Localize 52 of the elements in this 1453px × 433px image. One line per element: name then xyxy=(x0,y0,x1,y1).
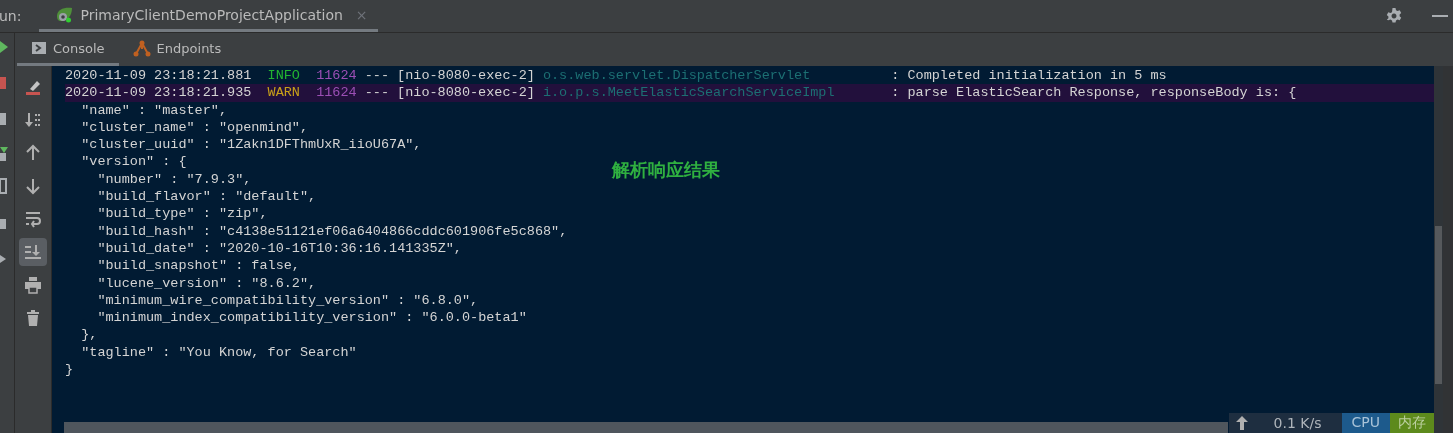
log-level: INFO xyxy=(267,67,301,85)
arrow-down-icon xyxy=(24,177,42,195)
log-message: : parse ElasticSearch Response, responseBody is: { xyxy=(891,84,1297,102)
log-separator: --- xyxy=(364,84,391,102)
output-line: "build_type" : "zip", xyxy=(96,205,268,223)
horizontal-scrollbar[interactable] xyxy=(64,422,1228,433)
upload-arrow-icon xyxy=(1235,416,1248,430)
log-pid: 11624 xyxy=(316,84,358,102)
output-line: "version" : { xyxy=(80,153,187,171)
run-tab[interactable]: PrimaryClientDemoProjectApplication × xyxy=(39,0,378,32)
panel-tab[interactable]: Endpoints xyxy=(118,33,236,66)
print-icon xyxy=(24,276,42,294)
endpoints-icon xyxy=(132,39,151,57)
log-timestamp: 2020-11-09 23:18:21.935 xyxy=(65,84,253,102)
log-pid: 11624 xyxy=(316,67,358,85)
output-line: "number" : "7.9.3", xyxy=(96,170,252,189)
log-logger: i.o.p.s.MeetElasticSearchServiceImpl xyxy=(542,84,836,102)
output-line: "build_hash" : "c4138e51121ef06a6404866cddc601906fe5c868", xyxy=(96,222,568,240)
vertical-scrollbar[interactable] xyxy=(1435,226,1442,384)
output-line: "tagline" : "You Know, for Search" xyxy=(80,343,357,362)
arrow-up-icon xyxy=(24,144,42,162)
log-message: : Completed initialization in 5 ms xyxy=(891,67,1167,85)
output-line: "cluster_uuid" : "1Zakn1DFThmUxR_iioU67A", xyxy=(80,136,422,154)
output-line: } xyxy=(65,361,74,379)
output-line: "minimum_wire_compatibility_version" : "6.8.0", xyxy=(96,291,479,310)
log-timestamp: 2020-11-09 23:18:21.881 xyxy=(65,67,253,85)
output-line: "name" : "master", xyxy=(80,101,228,119)
scroll-to-end-icon xyxy=(24,243,42,261)
output-line: "cluster_name" : "openmind", xyxy=(80,118,309,137)
output-line: "minimum_index_compatibility_version" : "6.0.0-beta1" xyxy=(96,309,527,327)
output-line: "build_snapshot" : false, xyxy=(96,257,300,275)
memory-indicator: 内存 xyxy=(1390,413,1434,433)
settings-icon[interactable] xyxy=(1385,7,1403,25)
log-thread: [nio-8080-exec-2] xyxy=(397,67,536,85)
output-line: "build_flavor" : "default", xyxy=(96,188,317,206)
output-line: }, xyxy=(80,326,98,344)
log-level: WARN xyxy=(267,84,301,102)
output-line: "build_date" : "2020-10-16T10:36:16.141335Z", xyxy=(96,239,462,258)
output-line: "lucene_version" : "8.6.2", xyxy=(96,274,317,292)
run-label: un: xyxy=(0,8,22,24)
network-speed: 0.1 K/s xyxy=(1228,413,1342,433)
soft-wrap-icon xyxy=(24,210,42,228)
sort-down-icon xyxy=(24,111,42,129)
cpu-indicator: CPU xyxy=(1341,413,1390,433)
annotation-text: 解析响应结果 xyxy=(612,158,720,182)
log-separator: --- xyxy=(364,67,391,85)
toolbar-button[interactable] xyxy=(19,238,47,266)
log-thread: [nio-8080-exec-2] xyxy=(397,84,536,102)
terminal-icon xyxy=(31,40,47,56)
log-logger: o.s.web.servlet.DispatcherServlet xyxy=(542,67,812,85)
trash-icon xyxy=(24,309,42,327)
eraser-icon xyxy=(24,78,42,96)
